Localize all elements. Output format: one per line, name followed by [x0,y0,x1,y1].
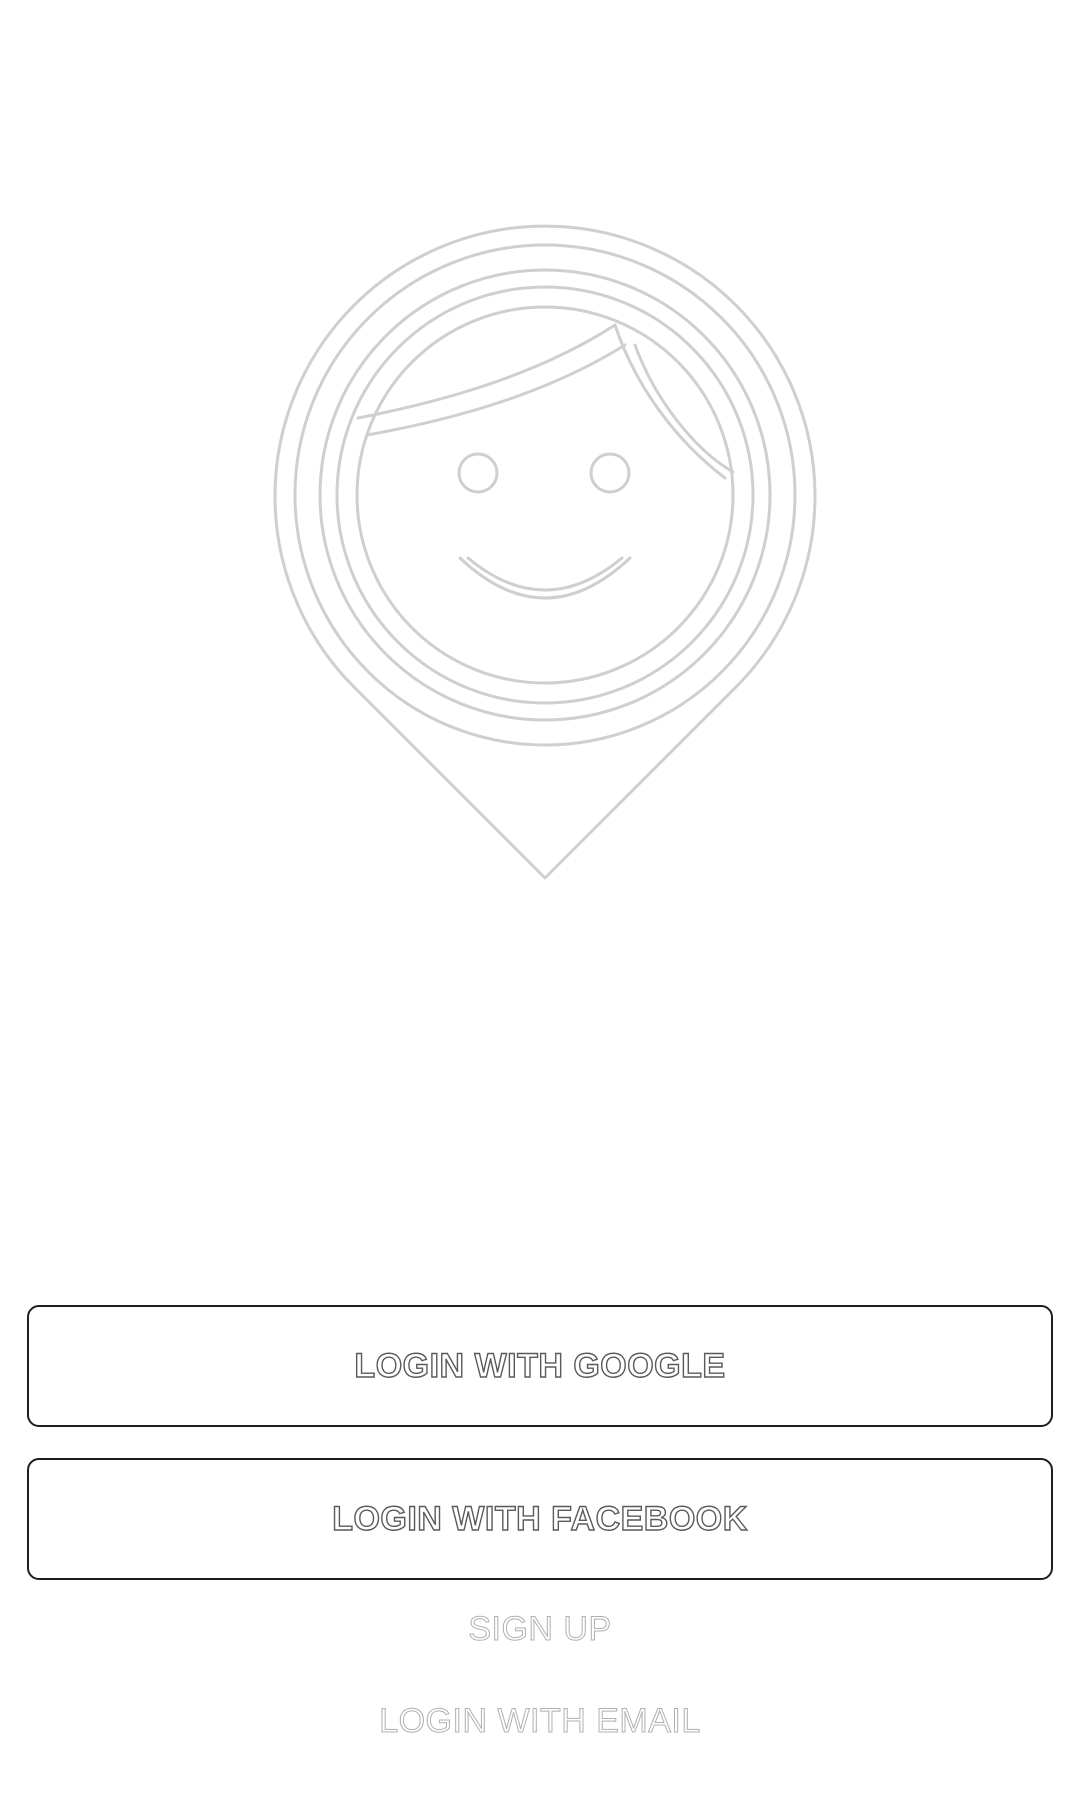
hair-fringe-front-inner [365,343,627,437]
login-google-button[interactable]: LOGIN WITH GOOGLE [27,1305,1053,1427]
login-google-label: LOGIN WITH GOOGLE [354,1346,726,1385]
login-email-link[interactable]: LOGIN WITH EMAIL [0,1702,1080,1741]
app-logo [255,210,835,890]
smile [458,556,632,600]
pin-ring-inner [335,285,755,705]
face-pin-icon [273,224,817,880]
sign-up-link[interactable]: SIGN UP [0,1610,1080,1649]
pin-ring-middle [318,268,772,722]
eye-left [457,452,499,494]
pin-ring-outer [293,243,797,747]
smile-inner [466,556,624,592]
login-facebook-label: LOGIN WITH FACEBOOK [332,1499,748,1538]
pin-outline [273,224,817,880]
hair-strand-right-inner [633,343,735,474]
login-facebook-button[interactable]: LOGIN WITH FACEBOOK [27,1458,1053,1580]
eye-right [589,452,631,494]
